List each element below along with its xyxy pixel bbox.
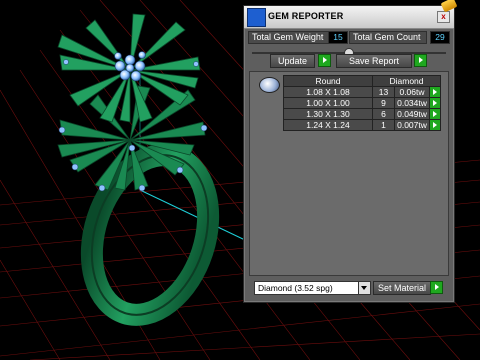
gem-size-cell: 1.30 X 1.30 — [283, 108, 373, 120]
title-bar[interactable]: GEM REPORTER x — [244, 0, 458, 29]
round-gem-icon — [259, 77, 280, 93]
total-count-value: 29 — [430, 31, 450, 44]
window-title: GEM REPORTER — [268, 11, 344, 21]
update-button[interactable]: Update — [270, 54, 315, 68]
gem-size-cell: 1.24 X 1.24 — [283, 119, 373, 131]
gem-count-cell: 6 — [372, 108, 395, 120]
material-select[interactable]: Diamond (3.52 spg) — [254, 281, 371, 295]
gem-weight-cell: 0.06tw — [394, 86, 430, 98]
close-button[interactable]: x — [437, 11, 450, 23]
gem-count-cell: 9 — [372, 97, 395, 109]
material-row: Diamond (3.52 spg) Set Material — [244, 277, 454, 299]
gem-weight-cell: 0.034tw — [394, 97, 430, 109]
gem-size-cell: 1.08 X 1.08 — [283, 86, 373, 98]
save-report-arrow-icon[interactable] — [414, 54, 427, 67]
total-weight-value: 15 — [328, 31, 348, 44]
action-row: Update Save Report — [248, 54, 450, 68]
gem-table-row[interactable]: 1.30 X 1.30 6 0.049tw — [283, 108, 441, 120]
column-header-shape: Round — [283, 75, 373, 87]
set-material-arrow-icon[interactable] — [430, 281, 443, 294]
total-weight-label: Total Gem Weight — [248, 31, 329, 44]
gem-weight-cell: 0.049tw — [394, 108, 430, 120]
set-material-button[interactable]: Set Material — [373, 281, 431, 295]
totals-row: Total Gem Weight 15 Total Gem Count 29 — [248, 31, 450, 44]
gem-count-cell: 13 — [372, 86, 395, 98]
chevron-down-icon[interactable] — [358, 282, 370, 294]
green-arrow-icon[interactable] — [429, 97, 441, 109]
green-arrow-icon[interactable] — [429, 119, 441, 131]
save-report-button[interactable]: Save Report — [336, 54, 412, 68]
gem-weight-cell: 0.007tw — [394, 119, 430, 131]
gem-size-cell: 1.00 X 1.00 — [283, 97, 373, 109]
gem-table-row[interactable]: 1.24 X 1.24 1 0.007tw — [283, 119, 441, 131]
update-arrow-icon[interactable] — [318, 54, 331, 67]
column-header-stone: Diamond — [372, 75, 441, 87]
gem-table: Round Diamond 1.08 X 1.08 13 0.06tw 1.00 X … — [283, 75, 441, 131]
gem-reporter-panel: GEM REPORTER x Total Gem Weight 15 Total… — [243, 0, 458, 303]
material-selected-value: Diamond (3.52 spg) — [258, 283, 333, 293]
total-count-label: Total Gem Count — [349, 31, 427, 44]
green-arrow-icon[interactable] — [429, 108, 441, 120]
gem-reporter-icon — [247, 8, 266, 27]
green-arrow-icon[interactable] — [429, 86, 441, 98]
gem-table-row[interactable]: 1.00 X 1.00 9 0.034tw — [283, 97, 441, 109]
gem-count-cell: 1 — [372, 119, 395, 131]
gem-table-row[interactable]: 1.08 X 1.08 13 0.06tw — [283, 86, 441, 98]
gem-list-area: Round Diamond 1.08 X 1.08 13 0.06tw 1.00 X … — [249, 71, 449, 276]
